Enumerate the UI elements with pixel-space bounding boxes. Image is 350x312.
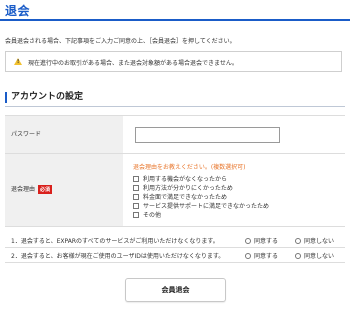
reason-option[interactable]: 利用する機会がなくなったから xyxy=(133,174,269,183)
password-row: パスワード xyxy=(5,115,345,153)
radio-button[interactable] xyxy=(295,237,301,244)
checkbox[interactable] xyxy=(133,193,139,200)
reason-option[interactable]: 料金面で満足できなかったため xyxy=(133,192,269,201)
reason-label-cell: 退会理由 必須 xyxy=(5,154,123,226)
reason-option-label: サービス提供サポートに満足できなかったため xyxy=(143,203,270,210)
password-label: パスワード xyxy=(11,131,42,138)
disagree-label: 同意しない xyxy=(304,253,335,260)
warning-box: ! 現在進行中のお取引がある場合、また退会対象額がある場合退会できません。 xyxy=(5,51,342,72)
checkbox[interactable] xyxy=(133,175,139,182)
agree-label: 同意する xyxy=(254,238,279,245)
password-input[interactable] xyxy=(135,127,280,143)
section-title: アカウントの設定 xyxy=(5,92,83,103)
agreement-question: 1．退会すると、EXPARのすべてのサービスがご利用いただけなくなります。 xyxy=(11,238,219,245)
warning-text: 現在進行中のお取引がある場合、また退会対象額がある場合退会できません。 xyxy=(28,60,238,67)
page-title: 退会 xyxy=(5,4,31,18)
agree-radio[interactable]: 同意する xyxy=(245,236,278,245)
reason-label: 退会理由 xyxy=(11,186,36,193)
reason-option[interactable]: その他 xyxy=(133,210,269,219)
checkbox[interactable] xyxy=(133,202,139,209)
reason-checkbox-list: 利用する機会がなくなったから 利用方法が分かりにくかったため 料金面で満足できな… xyxy=(133,174,269,219)
required-badge: 必須 xyxy=(38,185,53,194)
disagree-radio[interactable]: 同意しない xyxy=(295,251,334,260)
title-divider xyxy=(0,19,350,21)
agreement-question: 2．退会すると、お客様が現在ご使用のユーザIDは使用いただけなくなります。 xyxy=(11,253,225,260)
intro-text: 会員退会される場合、下記事項をご入力ご同意の上、［会員退会］を押してください。 xyxy=(5,38,236,45)
warning-icon: ! xyxy=(14,58,22,65)
agree-label: 同意する xyxy=(254,253,279,260)
reason-label-wrap: 退会理由 必須 xyxy=(11,184,53,194)
reason-option-label: 利用方法が分かりにくかったため xyxy=(143,185,233,192)
checkbox[interactable] xyxy=(133,184,139,191)
radio-button[interactable] xyxy=(245,237,251,244)
reason-option[interactable]: 利用方法が分かりにくかったため xyxy=(133,183,269,192)
agreement-row: 1．退会すると、EXPARのすべてのサービスがご利用いただけなくなります。 同意… xyxy=(5,232,345,248)
radio-button[interactable] xyxy=(245,252,251,259)
checkbox[interactable] xyxy=(133,211,139,218)
radio-button[interactable] xyxy=(295,252,301,259)
reason-option-label: その他 xyxy=(143,212,162,219)
agreement-row: 2．退会すると、お客様が現在ご使用のユーザIDは使用いただけなくなります。 同意… xyxy=(5,247,345,263)
disagree-radio[interactable]: 同意しない xyxy=(295,236,334,245)
withdraw-button[interactable]: 会員退会 xyxy=(125,278,226,302)
section-divider xyxy=(5,106,345,107)
disagree-label: 同意しない xyxy=(304,238,335,245)
password-label-cell: パスワード xyxy=(5,116,123,153)
agree-radio[interactable]: 同意する xyxy=(245,251,278,260)
reason-row: 退会理由 必須 退会理由をお教えください。(複数選択可) 利用する機会がなくなった… xyxy=(5,153,345,227)
reason-option[interactable]: サービス提供サポートに満足できなかったため xyxy=(133,201,269,210)
reason-option-label: 料金面で満足できなかったため xyxy=(143,194,228,201)
reason-note: 退会理由をお教えください。(複数選択可) xyxy=(133,164,246,171)
reason-option-label: 利用する機会がなくなったから xyxy=(143,176,228,183)
